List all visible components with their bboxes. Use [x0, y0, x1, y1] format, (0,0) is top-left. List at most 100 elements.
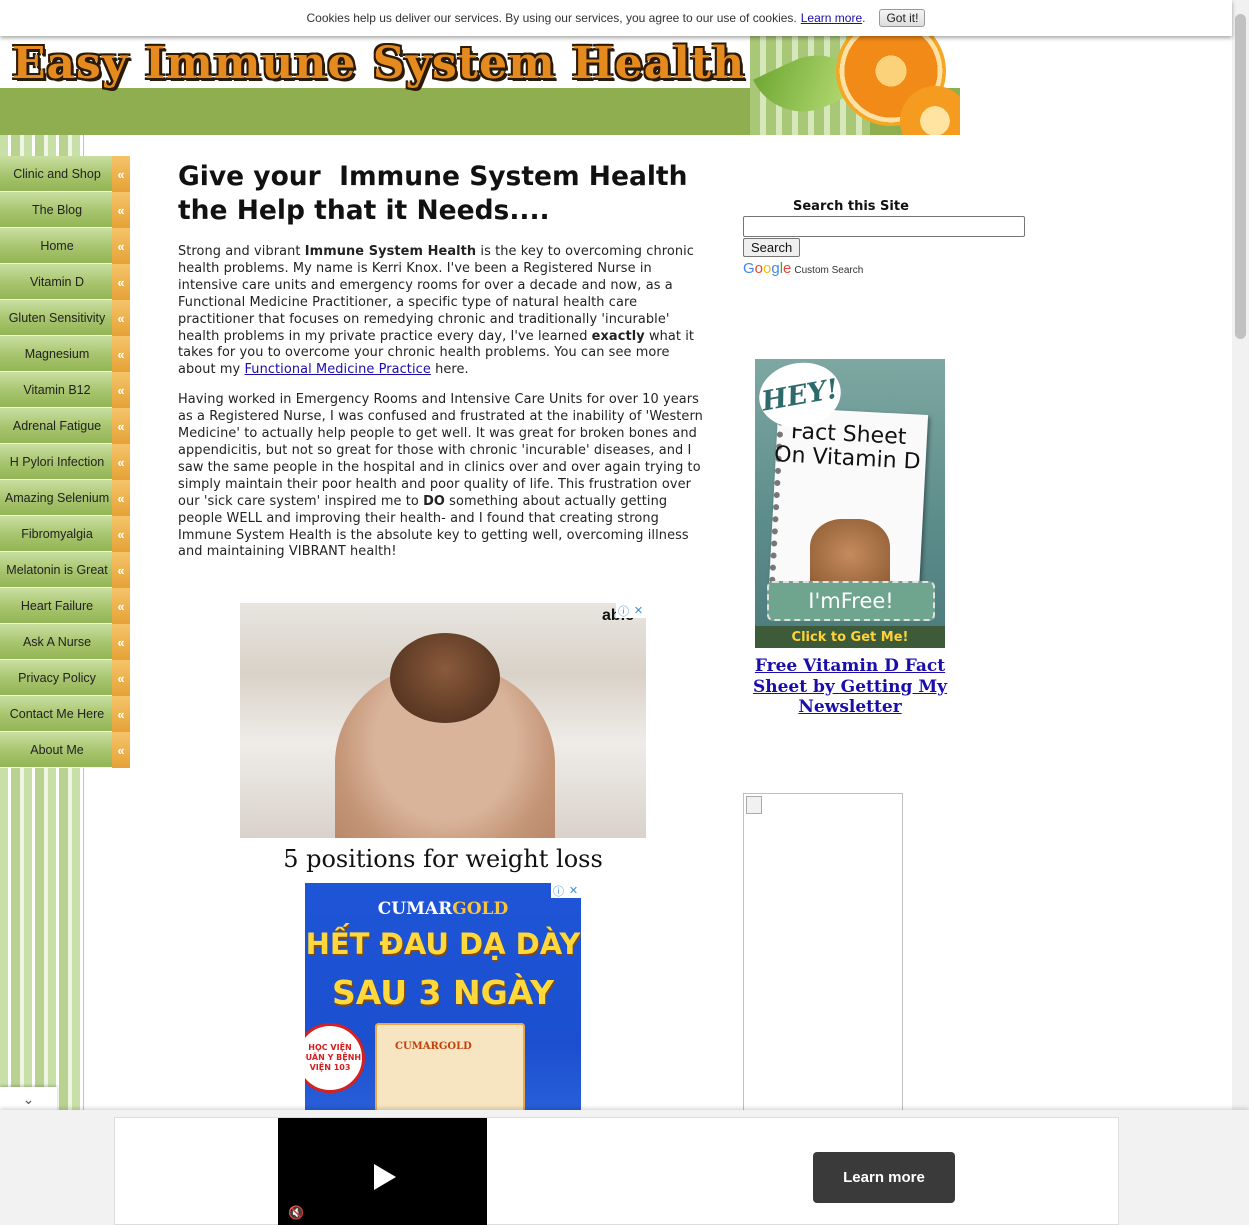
- ad-headline-1: HẾT ĐAU DẠ DÀY: [305, 927, 581, 961]
- chevron-left-icon: «: [112, 696, 130, 732]
- sidebar-item-label: Amazing Selenium: [4, 490, 110, 505]
- chevron-left-icon: «: [112, 588, 130, 624]
- mute-icon[interactable]: 🔇: [288, 1206, 304, 1221]
- sidebar-item-magnesium[interactable]: Magnesium «: [0, 336, 130, 372]
- sidebar-item-about-me[interactable]: About Me «: [0, 732, 130, 768]
- sidebar-item-label: Gluten Sensitivity: [8, 310, 106, 325]
- ad-photo-hair: [390, 633, 500, 723]
- chevron-left-icon: «: [112, 336, 130, 372]
- search-button[interactable]: Search: [743, 238, 801, 257]
- chevron-left-icon: «: [112, 192, 130, 228]
- anchor-ad-frame: [114, 1117, 1119, 1225]
- sidebar-item-label: Clinic and Shop: [13, 166, 101, 181]
- story-paragraph: Having worked in Emergency Rooms and Int…: [178, 392, 708, 561]
- sidebar-item-label: Home: [40, 238, 74, 253]
- product-box-image: CUMARGOLD: [375, 1023, 525, 1113]
- ad-caption[interactable]: 5 positions for weight loss: [240, 845, 646, 873]
- sidebar-item-ask-a-nurse[interactable]: Ask A Nurse «: [0, 624, 130, 660]
- page-scrollbar[interactable]: [1232, 0, 1249, 1110]
- sidebar-item-label: Privacy Policy: [18, 670, 96, 685]
- ad-close-icon[interactable]: ✕: [631, 603, 646, 618]
- text-run-bold: Immune System Health: [304, 244, 477, 259]
- ad-video-player[interactable]: 🔇: [278, 1118, 487, 1225]
- sidebar-item-label: Contact Me Here: [9, 706, 105, 721]
- site-search: Search this Site Search Google Custom Se…: [743, 199, 1033, 277]
- brand-part: CUMAR: [377, 899, 453, 919]
- site-title[interactable]: Easy Immune System Health: [12, 38, 745, 89]
- google-logo: Google: [743, 260, 792, 277]
- main-content: Give your Immune System Health the Help …: [178, 160, 708, 561]
- sidebar-item-the-blog[interactable]: The Blog «: [0, 192, 130, 228]
- ad-info-icon[interactable]: ⓘ: [616, 603, 631, 618]
- cookie-learn-more-link[interactable]: Learn more: [801, 11, 862, 25]
- ad-brand-logo: CUMARGOLD: [305, 899, 581, 919]
- ad-close-icon[interactable]: ✕: [566, 883, 581, 898]
- sidebar-item-vitamin-d[interactable]: Vitamin D «: [0, 264, 130, 300]
- sidebar-item-label: Adrenal Fatigue: [12, 418, 102, 433]
- bottom-anchor-ad: 🔇 Learn more: [0, 1110, 1249, 1225]
- chevron-left-icon: «: [112, 156, 130, 192]
- search-label: Search this Site: [793, 199, 909, 214]
- sidebar-item-vitamin-b12[interactable]: Vitamin B12 «: [0, 372, 130, 408]
- google-custom-search-branding: Google Custom Search: [743, 260, 1033, 277]
- ad-banner-cumargold[interactable]: CUMARGOLD HẾT ĐAU DẠ DÀY SAU 3 NGÀY CUMA…: [305, 883, 581, 1113]
- chevron-left-icon: «: [112, 660, 130, 696]
- sidebar-item-contact-me-here[interactable]: Contact Me Here «: [0, 696, 130, 732]
- cookie-message: Cookies help us deliver our services. By…: [306, 11, 797, 25]
- sidebar-item-label: Melatonin is Great: [6, 562, 108, 577]
- sidebar-item-label: Vitamin D: [30, 274, 84, 289]
- chevron-left-icon: «: [112, 624, 130, 660]
- sidebar-nav: Clinic and Shop « The Blog « Home « Vitamin…: [0, 156, 130, 768]
- cookie-banner: Cookies help us deliver our services. By…: [0, 0, 1232, 36]
- broken-image-placeholder: [743, 793, 903, 1115]
- chevron-left-icon: «: [112, 552, 130, 588]
- chevron-left-icon: «: [112, 408, 130, 444]
- click-to-get-me-label: Click to Get Me!: [755, 626, 945, 648]
- sidebar-item-melatonin-is-great[interactable]: Melatonin is Great «: [0, 552, 130, 588]
- newsletter-link[interactable]: Free Vitamin D Fact Sheet by Getting My …: [743, 656, 957, 718]
- cookie-dot: .: [862, 11, 866, 25]
- sidebar-item-label: Fibromyalgia: [21, 526, 93, 541]
- collapse-ad-button[interactable]: ⌄: [0, 1087, 57, 1112]
- search-input[interactable]: [743, 216, 1025, 237]
- vitamin-d-fact-sheet-banner[interactable]: Fact Sheet On Vitamin D HEY! I'mFree! Cl…: [755, 359, 945, 648]
- hospital-seal: HỌC VIỆN QUÂN Y BỆNH VIỆN 103: [305, 1023, 365, 1093]
- sidebar-item-home[interactable]: Home «: [0, 228, 130, 264]
- sidebar-item-privacy-policy[interactable]: Privacy Policy «: [0, 660, 130, 696]
- sidebar-item-label: About Me: [30, 742, 84, 757]
- sidebar-item-adrenal-fatigue[interactable]: Adrenal Fatigue «: [0, 408, 130, 444]
- chevron-left-icon: «: [112, 516, 130, 552]
- sidebar-item-heart-failure[interactable]: Heart Failure «: [0, 588, 130, 624]
- sidebar-item-clinic-and-shop[interactable]: Clinic and Shop «: [0, 156, 130, 192]
- page-title: Give your Immune System Health the Help …: [178, 161, 697, 226]
- sidebar-item-h-pylori-infection[interactable]: H Pylori Infection «: [0, 444, 130, 480]
- chevron-down-icon: ⌄: [22, 1091, 35, 1108]
- chevron-left-icon: «: [112, 480, 130, 516]
- product-box-label: CUMARGOLD: [395, 1041, 472, 1052]
- im-free-label: I'mFree!: [767, 581, 935, 621]
- play-icon[interactable]: [374, 1164, 396, 1190]
- chevron-left-icon: «: [112, 444, 130, 480]
- sidebar-item-label: The Blog: [31, 202, 83, 217]
- sidebar-item-amazing-selenium[interactable]: Amazing Selenium «: [0, 480, 130, 516]
- text-run: Strong and vibrant: [178, 244, 305, 259]
- intro-paragraph: Strong and vibrant Immune System Health …: [178, 244, 708, 379]
- ad-info-icon[interactable]: ⓘ: [551, 883, 566, 898]
- functional-medicine-link[interactable]: Functional Medicine Practice: [244, 362, 430, 377]
- text-run-bold: DO: [423, 493, 445, 509]
- sidebar-item-gluten-sensitivity[interactable]: Gluten Sensitivity «: [0, 300, 130, 336]
- chevron-left-icon: «: [112, 732, 130, 768]
- sidebar-item-label: H Pylori Infection: [9, 454, 105, 469]
- cookie-got-it-button[interactable]: Got it!: [879, 9, 926, 27]
- ad-banner-weight-loss[interactable]: able ⓘ ✕: [240, 603, 646, 838]
- beach-couple-image: [810, 519, 890, 589]
- custom-search-label: Custom Search: [794, 265, 864, 276]
- ad-headline-2: SAU 3 NGÀY: [331, 973, 554, 1012]
- sidebar-item-fibromyalgia[interactable]: Fibromyalgia «: [0, 516, 130, 552]
- scrollbar-thumb[interactable]: [1235, 14, 1246, 339]
- sidebar-item-label: Heart Failure: [20, 598, 94, 613]
- brand-part: GOLD: [452, 899, 509, 919]
- learn-more-button[interactable]: Learn more: [813, 1152, 955, 1203]
- text-run-bold: exactly: [591, 328, 645, 344]
- sidebar-item-label: Magnesium: [24, 346, 90, 361]
